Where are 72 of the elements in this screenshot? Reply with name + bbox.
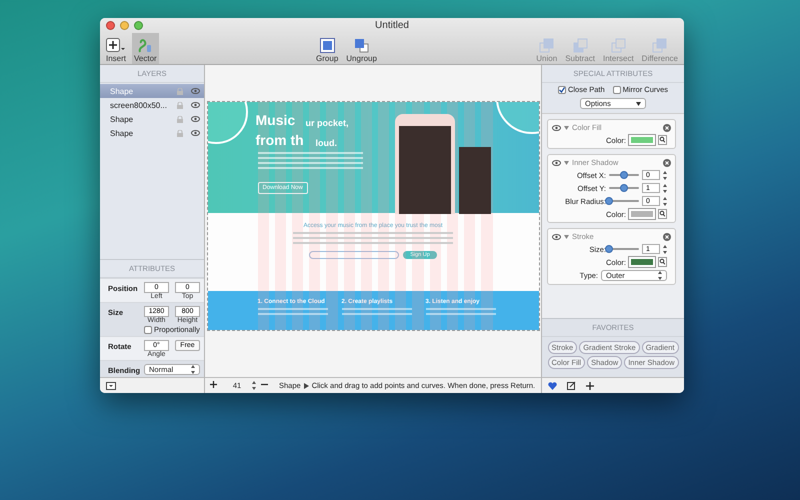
eye-icon[interactable] bbox=[552, 160, 561, 166]
plus-icon bbox=[210, 381, 217, 388]
layer-name: Shape bbox=[110, 114, 134, 124]
close-icon[interactable] bbox=[663, 124, 671, 132]
checkbox[interactable] bbox=[144, 326, 152, 334]
toolbar-button[interactable]: Vector bbox=[132, 33, 159, 64]
paragraph-placeholder bbox=[342, 308, 412, 315]
checkbox[interactable] bbox=[558, 86, 566, 94]
layer-row[interactable]: screen800x50... bbox=[100, 98, 204, 112]
triangle-icon bbox=[304, 382, 309, 388]
stepper-icon[interactable] bbox=[658, 271, 662, 280]
eye-icon[interactable] bbox=[191, 130, 200, 136]
email-field[interactable] bbox=[309, 251, 400, 259]
stepper-icon[interactable] bbox=[663, 170, 667, 180]
close-icon[interactable] bbox=[663, 232, 671, 240]
stepper-icon[interactable] bbox=[663, 244, 667, 254]
disclosure-icon[interactable] bbox=[564, 234, 569, 238]
slider-thumb[interactable] bbox=[620, 171, 628, 179]
zoom-button[interactable] bbox=[134, 21, 143, 30]
close-icon[interactable] bbox=[663, 158, 671, 166]
paragraph-placeholder bbox=[258, 308, 328, 315]
layer-name: Shape bbox=[110, 86, 134, 96]
plus-icon[interactable] bbox=[586, 382, 594, 390]
stepper-icon[interactable] bbox=[252, 381, 256, 390]
group-icon bbox=[320, 38, 335, 53]
phone-screen-drawing bbox=[458, 147, 490, 214]
stepper-icon[interactable] bbox=[191, 365, 195, 374]
hero-heading: from th bbox=[256, 132, 304, 148]
plus-icon bbox=[106, 38, 126, 53]
ungroup-icon bbox=[354, 38, 370, 53]
toolbar-button[interactable]: Insert bbox=[104, 33, 128, 64]
eye-icon[interactable] bbox=[552, 234, 561, 240]
search-icon[interactable] bbox=[658, 135, 667, 145]
eye-icon[interactable] bbox=[191, 88, 200, 94]
intersect-icon bbox=[610, 38, 626, 53]
color-swatch[interactable] bbox=[629, 257, 655, 267]
hero-heading: ur pocket, bbox=[306, 118, 349, 128]
layer-row[interactable]: Shape bbox=[100, 126, 204, 140]
stepper-icon[interactable] bbox=[663, 196, 667, 206]
hero-heading: Music bbox=[256, 112, 296, 128]
color-swatch[interactable] bbox=[629, 209, 655, 219]
eye-icon[interactable] bbox=[191, 116, 200, 122]
paragraph-placeholder bbox=[426, 308, 496, 315]
search-icon[interactable] bbox=[658, 257, 667, 267]
union-icon bbox=[539, 38, 554, 53]
layer-row[interactable]: Shape bbox=[100, 112, 204, 126]
window-title: Untitled bbox=[375, 20, 409, 31]
minus-icon bbox=[261, 381, 268, 388]
hero-heading: loud. bbox=[316, 138, 337, 148]
slider-thumb[interactable] bbox=[605, 245, 613, 253]
close-button[interactable] bbox=[106, 21, 115, 30]
eye-icon[interactable] bbox=[191, 102, 200, 108]
search-icon[interactable] bbox=[658, 209, 667, 219]
toolbar-button[interactable]: Group bbox=[314, 33, 340, 64]
slider-thumb[interactable] bbox=[605, 197, 613, 205]
toolbar-button[interactable]: Ungroup bbox=[344, 33, 379, 64]
pen-curve-icon bbox=[137, 38, 154, 53]
disclosure-icon[interactable] bbox=[564, 126, 569, 130]
edit-icon[interactable] bbox=[567, 381, 576, 390]
layer-name: screen800x50... bbox=[110, 100, 168, 110]
slider-thumb[interactable] bbox=[620, 184, 628, 192]
disclosure-icon[interactable] bbox=[564, 160, 569, 164]
layer-name: Shape bbox=[110, 128, 134, 138]
color-swatch[interactable] bbox=[629, 135, 655, 145]
difference-icon bbox=[652, 38, 668, 53]
heart-icon[interactable] bbox=[548, 382, 557, 390]
stepper-icon[interactable] bbox=[663, 184, 667, 192]
subtract-icon bbox=[572, 38, 588, 53]
panel-toggle-icon[interactable] bbox=[106, 382, 116, 390]
checkbox[interactable] bbox=[612, 86, 621, 94]
eye-icon[interactable] bbox=[552, 124, 561, 130]
caret-icon bbox=[636, 102, 641, 106]
